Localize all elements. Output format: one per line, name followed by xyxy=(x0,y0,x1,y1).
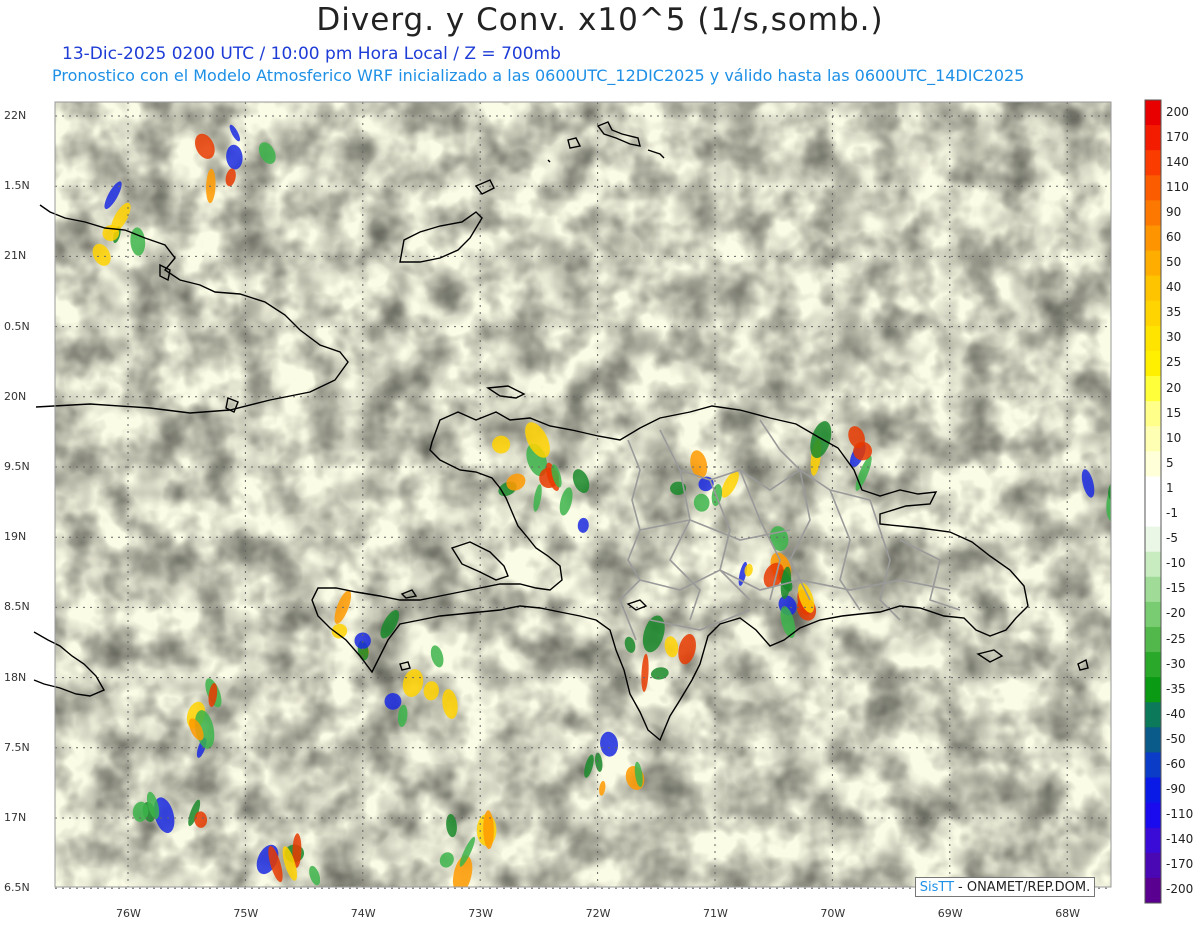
colorbar-label: 20 xyxy=(1166,380,1182,395)
lon-label: 75W xyxy=(233,907,259,920)
colorbar-label: -35 xyxy=(1166,681,1186,696)
colorbar-label: 90 xyxy=(1166,204,1182,219)
colorbar-label: -50 xyxy=(1166,731,1186,746)
colorbar-label: -30 xyxy=(1166,656,1186,671)
colorbar-swatch xyxy=(1145,275,1161,302)
lat-label: 6.5N xyxy=(4,881,30,895)
lon-label: 68W xyxy=(1055,907,1081,920)
colorbar-swatch xyxy=(1145,225,1161,252)
colorbar-swatch xyxy=(1145,325,1161,352)
colorbar-swatch xyxy=(1145,376,1161,402)
colorbar-label: 60 xyxy=(1166,230,1182,245)
lat-label: 9.5N xyxy=(4,460,30,473)
lat-label: 1.5N xyxy=(4,179,30,193)
colorbar-label: 200 xyxy=(1166,104,1189,119)
colorbar-swatch xyxy=(1145,350,1161,377)
colorbar-label: -15 xyxy=(1166,581,1186,596)
colorbar-label: 15 xyxy=(1166,405,1182,420)
credit-text: - ONAMET/REP.DOM. xyxy=(958,879,1091,895)
colorbar-label: -170 xyxy=(1166,857,1194,872)
colorbar-swatch xyxy=(1145,777,1161,804)
field-cell xyxy=(1120,483,1140,515)
colorbar-swatch xyxy=(1145,551,1161,578)
colorbar-swatch xyxy=(1145,100,1161,126)
lon-label: 74W xyxy=(350,907,376,920)
colorbar-swatch xyxy=(1145,175,1161,201)
colorbar-label: 140 xyxy=(1166,154,1189,169)
lat-label: 7.5N xyxy=(4,740,30,754)
colorbar-swatch xyxy=(1145,150,1161,176)
colorbar-label: 110 xyxy=(1166,179,1189,194)
colorbar-label: 30 xyxy=(1166,330,1182,345)
colorbar-label: -10 xyxy=(1166,556,1186,571)
colorbar-label: -1 xyxy=(1166,506,1178,521)
colorbar-label: -5 xyxy=(1166,531,1178,546)
lat-label: 21N xyxy=(4,249,27,263)
lon-label: 69W xyxy=(937,907,963,920)
lat-label: 0.5N xyxy=(4,319,30,333)
colorbar-swatch xyxy=(1145,501,1161,528)
colorbar-swatch xyxy=(1145,451,1161,477)
colorbar-swatch xyxy=(1145,702,1161,728)
lat-label: 20N xyxy=(4,389,27,403)
colorbar-swatch xyxy=(1145,576,1161,603)
lat-label: 17N xyxy=(4,811,27,824)
colorbar-label: 5 xyxy=(1166,455,1174,470)
colorbar-label: 1 xyxy=(1166,480,1174,495)
colorbar-swatch xyxy=(1145,601,1161,628)
colorbar-label: 50 xyxy=(1166,255,1182,270)
lon-label: 71W xyxy=(703,907,728,920)
colorbar-swatch xyxy=(1145,852,1161,879)
colorbar-swatch xyxy=(1145,727,1161,753)
colorbar-label: -20 xyxy=(1166,606,1186,621)
colorbar-label: -90 xyxy=(1166,782,1186,797)
lon-label: 72W xyxy=(585,907,611,920)
field-cell xyxy=(1118,458,1141,495)
colorbar-label: -60 xyxy=(1166,756,1186,771)
colorbar-swatch xyxy=(1145,526,1161,553)
colorbar-label: 25 xyxy=(1166,355,1182,370)
colorbar-swatch xyxy=(1145,752,1161,779)
colorbar-label: 10 xyxy=(1166,430,1182,445)
lat-label: 22N xyxy=(4,109,27,122)
colorbar-label: -140 xyxy=(1166,832,1194,847)
colorbar-swatch xyxy=(1145,652,1161,678)
colorbar-swatch xyxy=(1145,125,1161,151)
colorbar-label: -40 xyxy=(1166,706,1186,721)
colorbar-swatch xyxy=(1145,877,1161,904)
colorbar-label: -200 xyxy=(1166,882,1194,897)
colorbar-swatch xyxy=(1145,626,1161,653)
colorbar-swatch xyxy=(1145,250,1161,277)
colorbar-swatch xyxy=(1145,476,1161,502)
credit-box: SisTT - ONAMET/REP.DOM. xyxy=(915,877,1095,897)
colorbar-swatch xyxy=(1145,802,1161,829)
sistt-logo: SisTT xyxy=(919,879,955,895)
lat-label: 18N xyxy=(4,670,27,684)
colorbar-label: 40 xyxy=(1166,280,1182,295)
colorbar-label: 35 xyxy=(1166,305,1182,320)
colorbar-swatch xyxy=(1145,401,1161,427)
lon-label: 76W xyxy=(116,907,141,920)
forecast-map xyxy=(33,99,1162,904)
lon-label: 70W xyxy=(820,907,846,920)
colorbar-label: -25 xyxy=(1166,631,1186,646)
colorbar-swatch xyxy=(1145,300,1161,327)
lon-label: 73W xyxy=(468,907,494,920)
lat-label: 19N xyxy=(4,530,27,544)
divergence-field xyxy=(55,102,1141,887)
colorbar-swatch xyxy=(1145,200,1161,226)
colorbar-swatch xyxy=(1145,677,1161,703)
colorbar-label: -110 xyxy=(1166,807,1194,822)
colorbar-label: 170 xyxy=(1166,129,1189,144)
colorbar xyxy=(1144,99,1162,904)
colorbar-swatch xyxy=(1145,426,1161,452)
lat-label: 8.5N xyxy=(4,600,30,614)
colorbar-swatch xyxy=(1145,827,1161,854)
